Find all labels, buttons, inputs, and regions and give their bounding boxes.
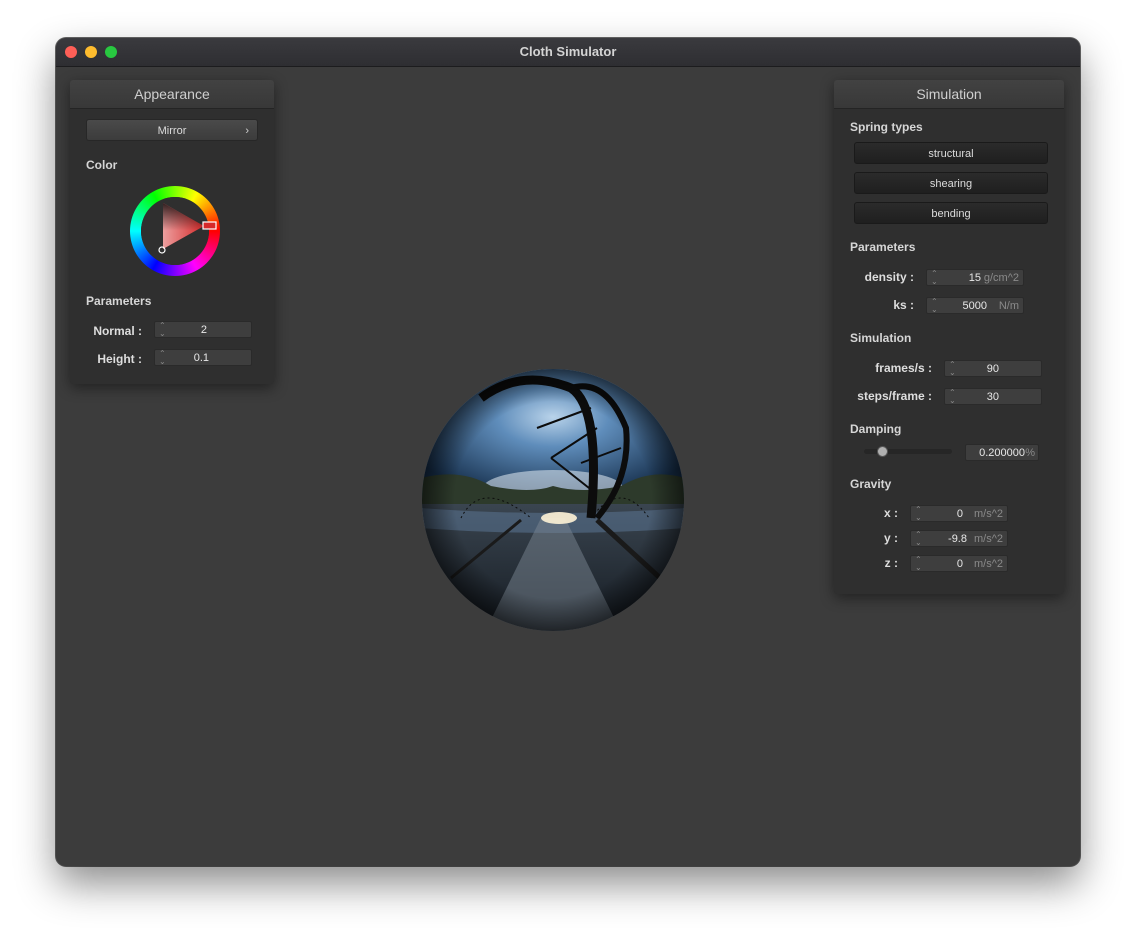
simulation-panel: Simulation Spring types structural shear… xyxy=(834,80,1064,594)
normal-value: 2 xyxy=(200,324,207,336)
gravity-y-input[interactable]: ⌃ ⌄ -9.8 m/s^2 xyxy=(910,530,1008,547)
gravity-x-unit: m/s^2 xyxy=(974,508,1003,520)
gravity-z-input[interactable]: ⌃ ⌄ 0 m/s^2 xyxy=(910,555,1008,572)
hue-selector-handle xyxy=(202,221,217,230)
color-wheel[interactable] xyxy=(125,181,225,281)
gravity-z-label: z : xyxy=(884,556,898,570)
gravity-label: Gravity xyxy=(850,477,892,491)
stepper-icon[interactable]: ⌃ ⌄ xyxy=(915,506,922,522)
normal-label: Normal : xyxy=(93,324,142,338)
ks-label: ks : xyxy=(893,298,914,312)
damping-slider[interactable] xyxy=(864,446,952,457)
fps-label: frames/s : xyxy=(875,361,932,375)
normal-input[interactable]: ⌃ ⌄ 2 xyxy=(154,321,252,338)
damping-value: 0.200000 xyxy=(979,447,1025,459)
structural-toggle-button[interactable]: structural xyxy=(854,142,1048,164)
steps-per-frame-value: 30 xyxy=(986,391,999,403)
gravity-z-unit: m/s^2 xyxy=(974,558,1003,570)
height-input[interactable]: ⌃ ⌄ 0.1 xyxy=(154,349,252,366)
app-window: Cloth Simulator Appearance Mirror › Colo… xyxy=(56,38,1080,866)
damping-unit: % xyxy=(1025,447,1035,459)
density-unit: g/cm^2 xyxy=(983,272,1019,284)
window-title: Cloth Simulator xyxy=(519,44,617,59)
gravity-x-value: 0 xyxy=(956,508,963,520)
shader-dropdown[interactable]: Mirror › xyxy=(86,119,258,141)
title-bar: Cloth Simulator xyxy=(56,38,1080,67)
gravity-y-value: -9.8 xyxy=(948,533,967,545)
sim-parameters-label: Parameters xyxy=(850,240,916,254)
height-value: 0.1 xyxy=(193,352,209,364)
shearing-toggle-button[interactable]: shearing xyxy=(854,172,1048,194)
sim-simulation-label: Simulation xyxy=(850,331,912,345)
stepper-icon[interactable]: ⌃ ⌄ xyxy=(159,322,166,338)
gravity-x-label: x : xyxy=(883,506,898,520)
spring-types-label: Spring types xyxy=(850,120,923,134)
ks-value: 5000 xyxy=(962,300,987,312)
stepper-icon[interactable]: ⌃ ⌄ xyxy=(915,531,922,547)
color-section-label: Color xyxy=(86,158,118,172)
mirror-sphere-viewport[interactable] xyxy=(421,368,685,632)
gravity-y-label: y : xyxy=(883,531,898,545)
stepper-icon[interactable]: ⌃ ⌄ xyxy=(949,361,956,377)
stepper-icon[interactable]: ⌃ ⌄ xyxy=(949,389,956,405)
appearance-panel-header[interactable]: Appearance xyxy=(70,80,274,109)
fps-value: 90 xyxy=(986,363,999,375)
damping-slider-thumb[interactable] xyxy=(876,446,888,457)
stepper-icon[interactable]: ⌃ ⌄ xyxy=(931,270,938,286)
density-label: density : xyxy=(864,270,914,284)
gravity-x-input[interactable]: ⌃ ⌄ 0 m/s^2 xyxy=(910,505,1008,522)
gravity-y-unit: m/s^2 xyxy=(974,533,1003,545)
damping-input[interactable]: 0.200000 % xyxy=(965,444,1039,461)
damping-label: Damping xyxy=(850,422,902,436)
height-label: Height : xyxy=(97,352,142,366)
stepper-icon[interactable]: ⌃ ⌄ xyxy=(931,298,938,314)
appearance-parameters-label: Parameters xyxy=(86,294,152,308)
fps-input[interactable]: ⌃ ⌄ 90 xyxy=(944,360,1042,377)
ks-input[interactable]: ⌃ ⌄ 5000 N/m xyxy=(926,297,1024,314)
steps-per-frame-label: steps/frame : xyxy=(857,389,932,403)
density-input[interactable]: ⌃ ⌄ 15 g/cm^2 xyxy=(926,269,1024,286)
shader-dropdown-value: Mirror xyxy=(157,125,187,137)
steps-per-frame-input[interactable]: ⌃ ⌄ 30 xyxy=(944,388,1042,405)
density-value: 15 xyxy=(968,272,981,284)
chevron-right-icon: › xyxy=(245,125,249,137)
gravity-z-value: 0 xyxy=(956,558,963,570)
appearance-panel: Appearance Mirror › Color Parameters Nor… xyxy=(70,80,274,384)
stepper-icon[interactable]: ⌃ ⌄ xyxy=(159,350,166,366)
stepper-icon[interactable]: ⌃ ⌄ xyxy=(915,556,922,572)
simulation-panel-header[interactable]: Simulation xyxy=(834,80,1064,109)
ks-unit: N/m xyxy=(998,300,1019,312)
bending-toggle-button[interactable]: bending xyxy=(854,202,1048,224)
